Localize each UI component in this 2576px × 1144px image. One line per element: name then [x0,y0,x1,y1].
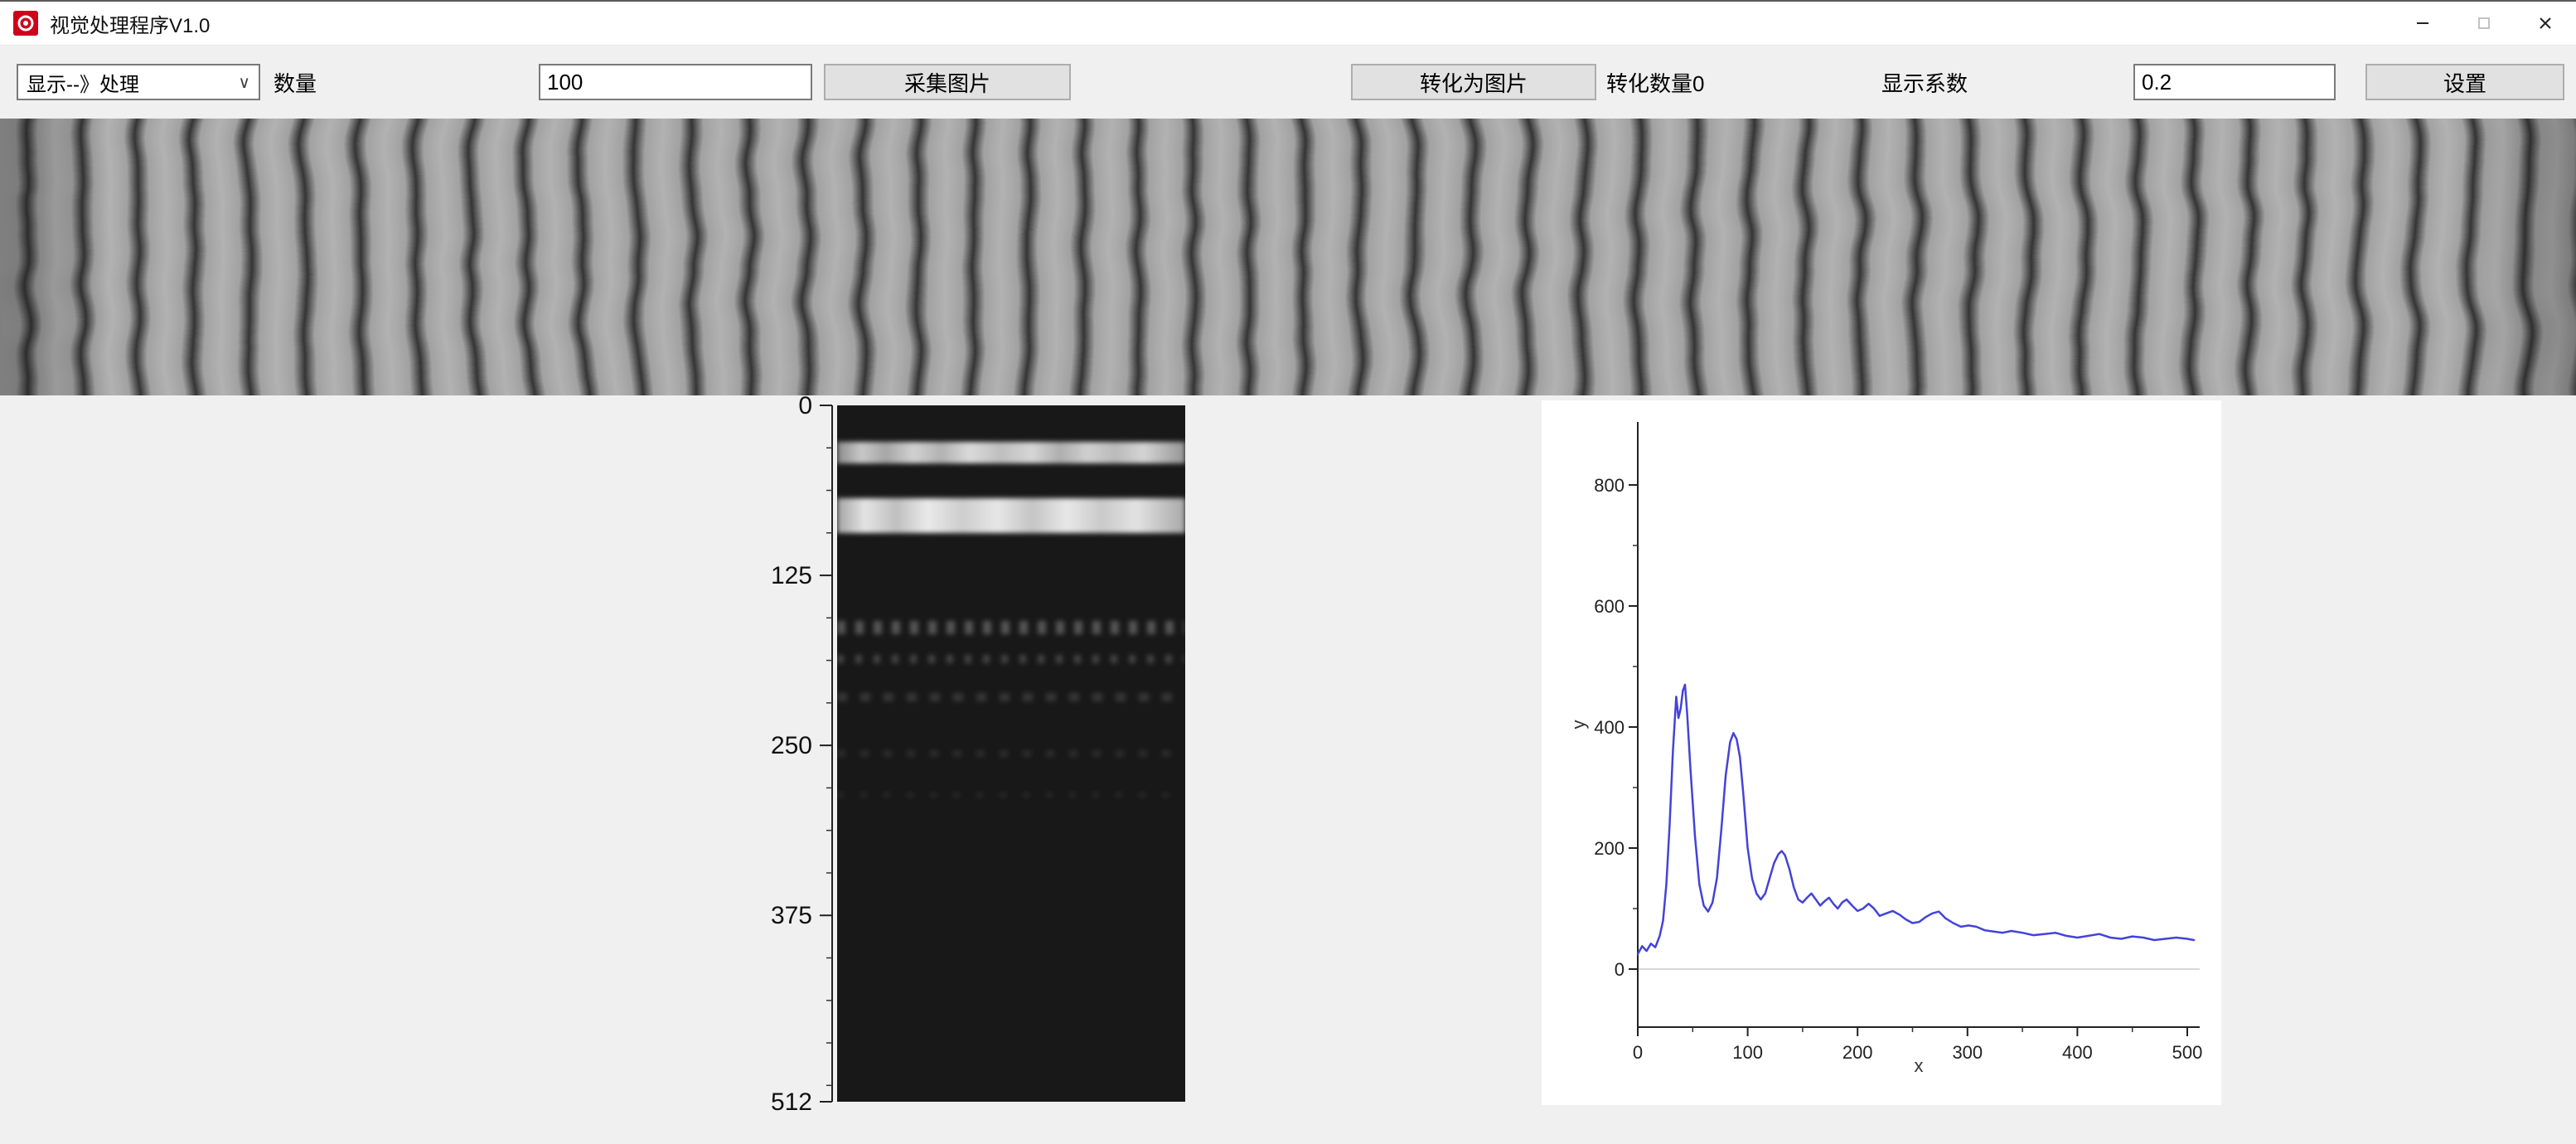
fringe-image [0,119,2576,395]
svg-text:500: 500 [2172,1042,2203,1063]
spectrogram-svg [837,405,1185,1102]
window-title: 视觉处理程序V1.0 [50,9,210,38]
coefficient-label: 显示系数 [1881,64,1968,100]
spectrogram-axis-svg: 0 125 250 375 512 [746,395,837,1140]
svg-text:200: 200 [1842,1042,1873,1063]
close-button[interactable] [2515,2,2576,45]
svg-text:y: y [1568,720,1589,730]
fringe-pattern [0,119,2576,395]
svg-text:0: 0 [1615,959,1625,980]
svg-text:512: 512 [771,1088,812,1116]
svg-text:x: x [1915,1055,1924,1076]
mode-select[interactable]: 显示--》处理 ∨ [17,64,260,100]
app-window: 视觉处理程序V1.0 显示--》处理 ∨ 数量 采集图片 转化为图片 转化数量0… [0,0,2576,1137]
spectrogram-axis: 0 125 250 375 512 [746,395,837,1140]
coefficient-input[interactable] [2133,64,2336,100]
svg-text:400: 400 [1594,717,1625,738]
close-icon [2536,14,2554,32]
chart-svg: 0 200 400 600 800 0 100 200 300 400 500 y x [1542,400,2221,1105]
svg-text:0: 0 [1633,1042,1643,1063]
svg-text:400: 400 [2062,1042,2093,1063]
convert-count-label: 转化数量0 [1606,64,1704,100]
svg-text:600: 600 [1594,596,1625,617]
app-icon [13,11,38,36]
svg-text:100: 100 [1732,1042,1763,1063]
quantity-input[interactable] [539,64,812,100]
minimize-button[interactable] [2392,2,2453,45]
mode-select-value: 显示--》处理 [27,68,139,97]
svg-text:375: 375 [771,902,812,929]
svg-text:0: 0 [798,395,812,419]
window-controls [2392,2,2576,45]
toolbar: 显示--》处理 ∨ 数量 采集图片 转化为图片 转化数量0 显示系数 设置 [0,46,2576,119]
spectrogram-image [837,405,1185,1102]
svg-text:200: 200 [1594,838,1625,859]
svg-text:800: 800 [1594,475,1625,496]
chart-panel: 0 200 400 600 800 0 100 200 300 400 500 y x [1542,400,2221,1105]
titlebar: 视觉处理程序V1.0 [0,2,2576,46]
workspace: 0 125 250 375 512 [0,395,2576,1140]
chevron-down-icon: ∨ [238,72,250,93]
svg-text:125: 125 [771,562,812,589]
convert-button[interactable]: 转化为图片 [1351,64,1596,100]
chart-line [1638,685,2194,954]
minimize-icon [2414,14,2432,32]
svg-text:300: 300 [1952,1042,1983,1063]
svg-text:250: 250 [771,732,812,759]
capture-button[interactable]: 采集图片 [824,64,1071,100]
maximize-icon [2475,14,2493,32]
settings-button[interactable]: 设置 [2365,64,2564,100]
quantity-label: 数量 [274,64,317,100]
maximize-button[interactable] [2453,2,2515,45]
